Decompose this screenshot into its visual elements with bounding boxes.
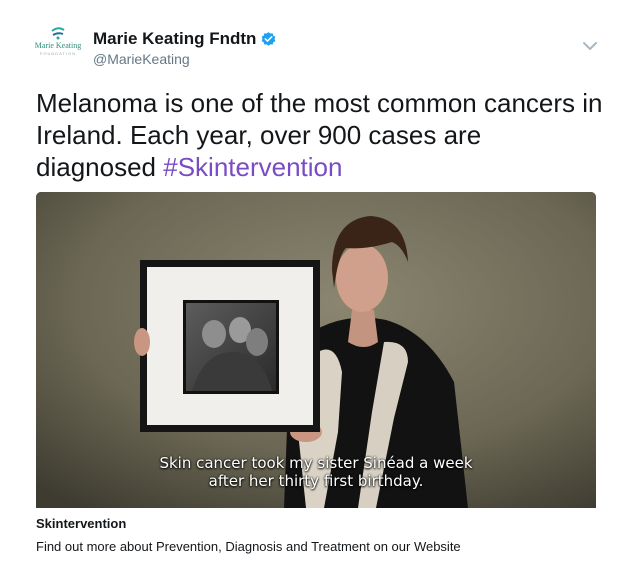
avatar[interactable]: Marie Keating FOUNDATION [30, 24, 86, 64]
subtitle-line-1: Skin cancer took my sister Sinéad a week [159, 454, 473, 472]
chevron-down-icon[interactable] [581, 40, 599, 52]
user-handle[interactable]: @MarieKeating [93, 51, 277, 67]
logo-text: Marie Keating [34, 41, 82, 50]
card-description[interactable]: Find out more about Prevention, Diagnosi… [36, 539, 461, 554]
logo-subtext: FOUNDATION [39, 51, 77, 56]
display-name-text: Marie Keating Fndtn [93, 29, 257, 48]
hashtag-link[interactable]: #Skintervention [163, 152, 342, 182]
video-media[interactable]: Skin cancer took my sister Sinéad a week… [36, 192, 596, 508]
video-subtitle: Skin cancer took my sister Sinéad a week… [36, 454, 596, 490]
display-name[interactable]: Marie Keating Fndtn [93, 28, 277, 50]
verified-badge-icon [262, 31, 276, 46]
tweet-text: Melanoma is one of the most common cance… [36, 87, 606, 183]
foundation-logo-icon [51, 27, 65, 40]
subtitle-line-2: after her thirty first birthday. [208, 472, 424, 490]
user-block: Marie Keating Fndtn @MarieKeating [93, 28, 277, 67]
card-title[interactable]: Skintervention [36, 516, 126, 531]
